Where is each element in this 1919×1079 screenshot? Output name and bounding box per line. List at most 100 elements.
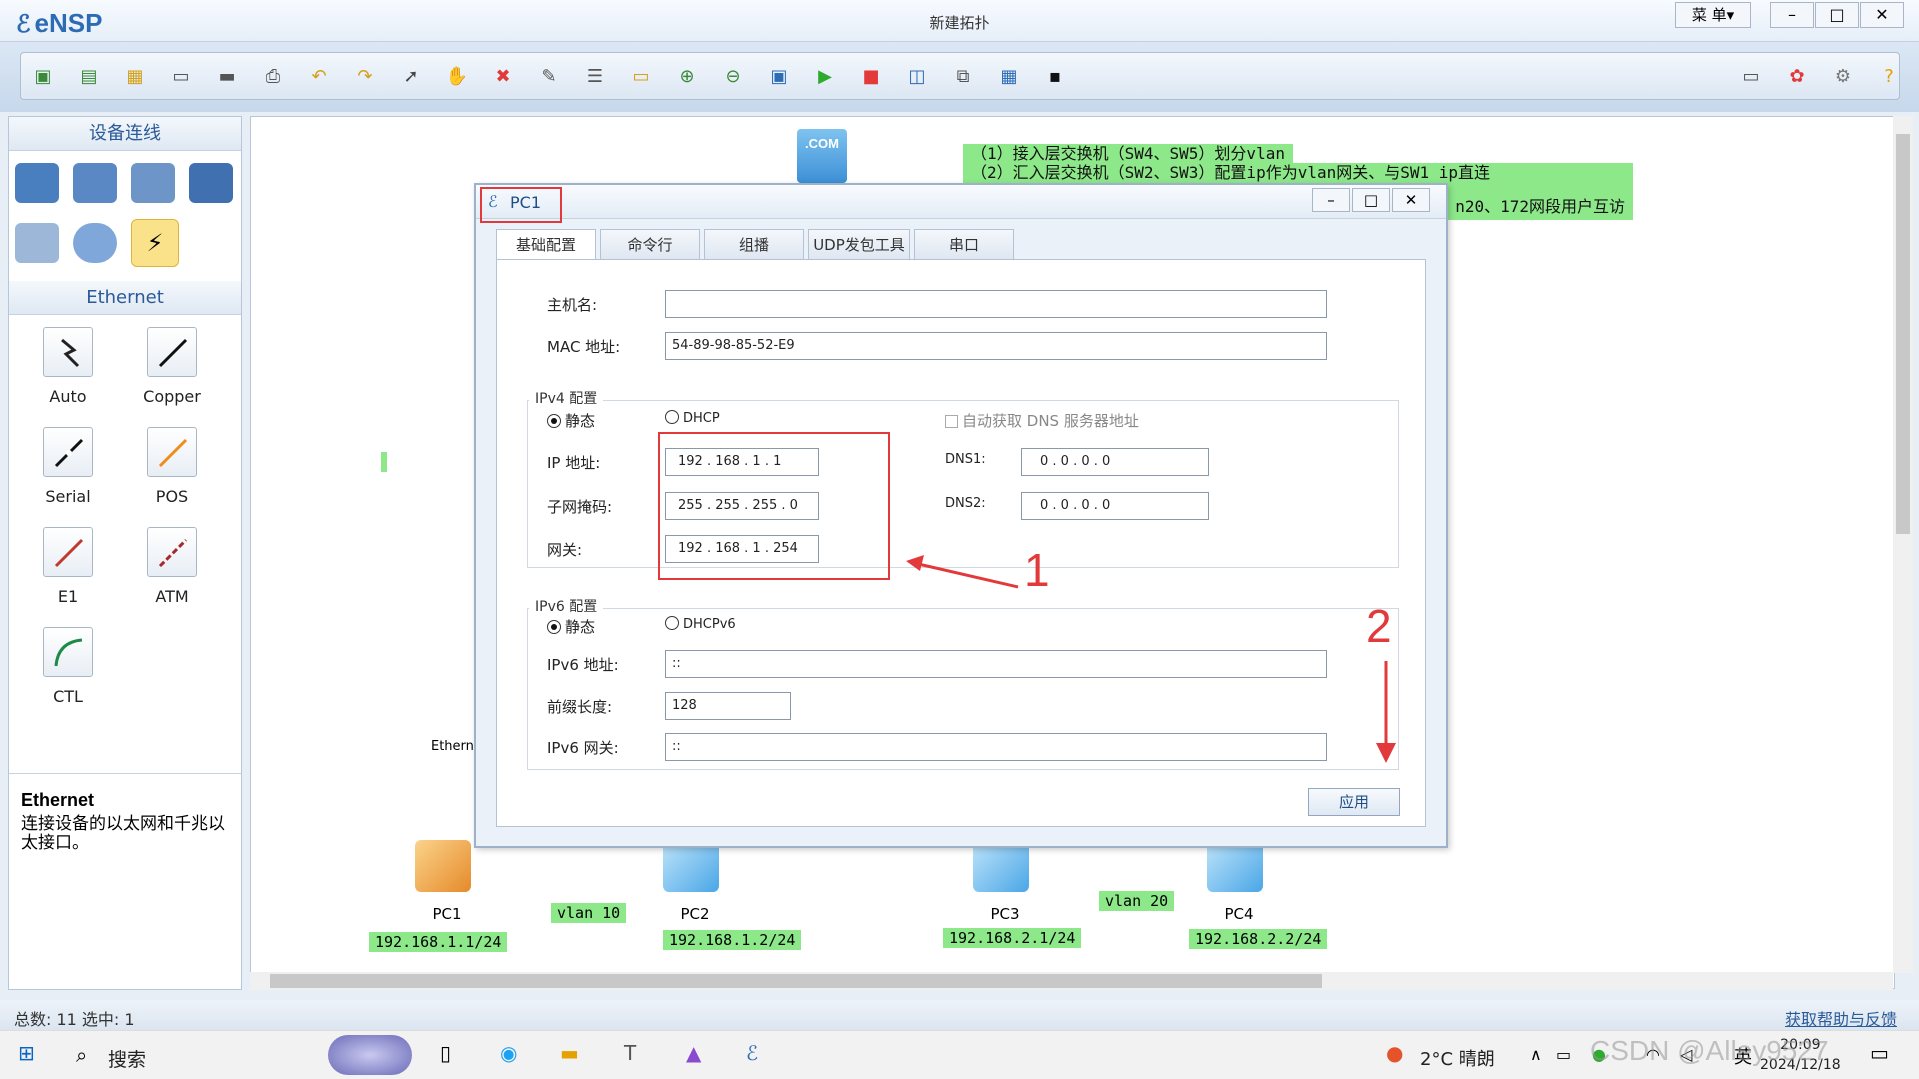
- delete-link-icon[interactable]: ✎: [535, 65, 563, 91]
- app-icon[interactable]: ▲: [686, 1041, 701, 1065]
- tab-udp-tool[interactable]: UDP发包工具: [808, 229, 910, 259]
- palette-icon[interactable]: ▭: [627, 65, 655, 91]
- hostname-input[interactable]: [665, 290, 1327, 318]
- topology-icon[interactable]: ⧉: [949, 65, 977, 91]
- edge-icon[interactable]: ◉: [500, 1041, 517, 1065]
- tab-command-line[interactable]: 命令行: [600, 229, 700, 259]
- delete-icon[interactable]: ✖: [489, 65, 517, 91]
- auto-cable-icon: [43, 327, 93, 377]
- pc1-ip[interactable]: 192.168.1.1/24: [369, 932, 508, 952]
- save-as-icon[interactable]: ▬: [213, 65, 241, 91]
- select-icon[interactable]: ➚: [397, 65, 425, 91]
- terminal-icon[interactable]: ▪: [1041, 65, 1069, 91]
- note-line-2[interactable]: （2）汇入层交换机（SW2、SW3）配置ip作为vlan网关、与SW1 ip直连: [963, 163, 1633, 182]
- cloud-icon[interactable]: [73, 223, 117, 263]
- ensp-taskbar-icon[interactable]: ℰ: [746, 1041, 758, 1065]
- pan-hand-icon[interactable]: ✋: [443, 65, 471, 91]
- notification-icon[interactable]: ▭: [1870, 1041, 1889, 1065]
- firewall-icon[interactable]: [189, 163, 233, 203]
- cable-pos[interactable]: POS: [127, 427, 217, 506]
- windows-start-icon[interactable]: ⊞: [18, 1041, 35, 1065]
- table-icon[interactable]: ▦: [995, 65, 1023, 91]
- dialog-maximize-button[interactable]: □: [1352, 188, 1390, 212]
- dhcp-option[interactable]: DHCP: [665, 410, 720, 426]
- file-explorer-icon[interactable]: ▬: [560, 1041, 579, 1065]
- fit-icon[interactable]: ▣: [765, 65, 793, 91]
- tab-serial[interactable]: 串口: [914, 229, 1014, 259]
- message-icon[interactable]: ▭: [1737, 65, 1765, 91]
- cable-e1[interactable]: E1: [23, 527, 113, 606]
- auto-dns-checkbox[interactable]: [945, 415, 958, 428]
- taskbar-search[interactable]: 搜索: [108, 1045, 146, 1072]
- dhcpv6-radio[interactable]: [665, 616, 679, 630]
- auto-dns-option[interactable]: 自动获取 DNS 服务器地址: [945, 410, 1139, 431]
- ipv6-gateway-input[interactable]: ::: [665, 733, 1327, 761]
- pc4-ip[interactable]: 192.168.2.2/24: [1189, 929, 1328, 949]
- router-icon[interactable]: [15, 163, 59, 203]
- ipv6-input[interactable]: ::: [665, 650, 1327, 678]
- typora-icon[interactable]: T: [624, 1041, 636, 1065]
- tray-chevron-icon[interactable]: ∧: [1530, 1045, 1542, 1064]
- start-icon[interactable]: ▶: [811, 65, 839, 91]
- cable-serial[interactable]: Serial: [23, 427, 113, 506]
- cable-atm[interactable]: ATM: [127, 527, 217, 606]
- mac-input[interactable]: 54-89-98-85-52-E9: [665, 332, 1327, 360]
- static6-radio[interactable]: [547, 620, 561, 634]
- capture-icon[interactable]: ◫: [903, 65, 931, 91]
- dhcp-radio[interactable]: [665, 410, 679, 424]
- horizontal-scroll-thumb[interactable]: [270, 974, 1322, 988]
- maximize-button[interactable]: □: [1815, 2, 1859, 28]
- cable-auto[interactable]: Auto: [23, 327, 113, 406]
- dialog-minimize-button[interactable]: –: [1312, 188, 1350, 212]
- note-line-1[interactable]: （1）接入层交换机（SW4、SW5）划分vlan: [963, 144, 1293, 163]
- horizontal-scrollbar[interactable]: [250, 972, 1893, 990]
- cable-copper[interactable]: Copper: [127, 327, 217, 406]
- server-icon[interactable]: .COM: [797, 129, 847, 183]
- vlan10-tag[interactable]: vlan 10: [551, 903, 627, 923]
- vertical-scroll-thumb[interactable]: [1896, 134, 1910, 534]
- undo-icon[interactable]: ↶: [305, 65, 333, 91]
- static-option[interactable]: 静态: [547, 410, 595, 431]
- static-radio[interactable]: [547, 414, 561, 428]
- zoom-out-icon[interactable]: ⊖: [719, 65, 747, 91]
- pc3-ip[interactable]: 192.168.2.1/24: [943, 928, 1082, 948]
- wireless-icon[interactable]: [131, 163, 175, 203]
- static6-option[interactable]: 静态: [547, 616, 595, 637]
- vertical-scrollbar[interactable]: [1893, 116, 1913, 973]
- task-view-icon[interactable]: ▯: [440, 1041, 451, 1065]
- redo-icon[interactable]: ↷: [351, 65, 379, 91]
- pc2-ip[interactable]: 192.168.1.2/24: [663, 930, 802, 950]
- new-project-icon[interactable]: ▤: [75, 65, 103, 91]
- text-icon[interactable]: ☰: [581, 65, 609, 91]
- tray-icon[interactable]: ▭: [1556, 1045, 1571, 1064]
- cable-ctl[interactable]: CTL: [23, 627, 113, 706]
- switch-icon[interactable]: [73, 163, 117, 203]
- search-icon[interactable]: ⌕: [76, 1043, 87, 1067]
- menu-button[interactable]: 菜 单▾: [1675, 2, 1751, 28]
- prefix-input[interactable]: 128: [665, 692, 791, 720]
- toolbar: ▣ ▤ ▦ ▭ ▬ ⎙ ↶ ↷ ➚ ✋ ✖ ✎ ☰ ▭ ⊕ ⊖ ▣ ▶ ■ ◫ …: [0, 42, 1919, 112]
- zoom-in-icon[interactable]: ⊕: [673, 65, 701, 91]
- tab-multicast[interactable]: 组播: [704, 229, 804, 259]
- settings-gear-icon[interactable]: ⚙: [1829, 65, 1857, 91]
- dns1-input[interactable]: 0 . 0 . 0 . 0: [1021, 448, 1209, 476]
- save-icon[interactable]: ▭: [167, 65, 195, 91]
- dns2-input[interactable]: 0 . 0 . 0 . 0: [1021, 492, 1209, 520]
- open-icon[interactable]: ▦: [121, 65, 149, 91]
- help-icon[interactable]: ?: [1875, 65, 1903, 91]
- pc-icon[interactable]: [15, 223, 59, 263]
- pc1-icon[interactable]: [415, 840, 471, 892]
- apply-button[interactable]: 应用: [1308, 788, 1400, 816]
- help-feedback-link[interactable]: 获取帮助与反馈: [1785, 1006, 1897, 1030]
- dialog-close-button[interactable]: ✕: [1392, 188, 1430, 212]
- connection-icon[interactable]: ⚡: [131, 219, 179, 267]
- print-icon[interactable]: ⎙: [259, 65, 287, 91]
- dhcpv6-option[interactable]: DHCPv6: [665, 616, 736, 632]
- minimize-button[interactable]: –: [1770, 2, 1814, 28]
- stop-icon[interactable]: ■: [857, 65, 885, 91]
- close-button[interactable]: ✕: [1860, 2, 1904, 28]
- huawei-icon[interactable]: ✿: [1783, 65, 1811, 91]
- new-topology-icon[interactable]: ▣: [29, 65, 57, 91]
- vlan20-tag[interactable]: vlan 20: [1099, 891, 1175, 911]
- tab-basic-config[interactable]: 基础配置: [496, 229, 596, 259]
